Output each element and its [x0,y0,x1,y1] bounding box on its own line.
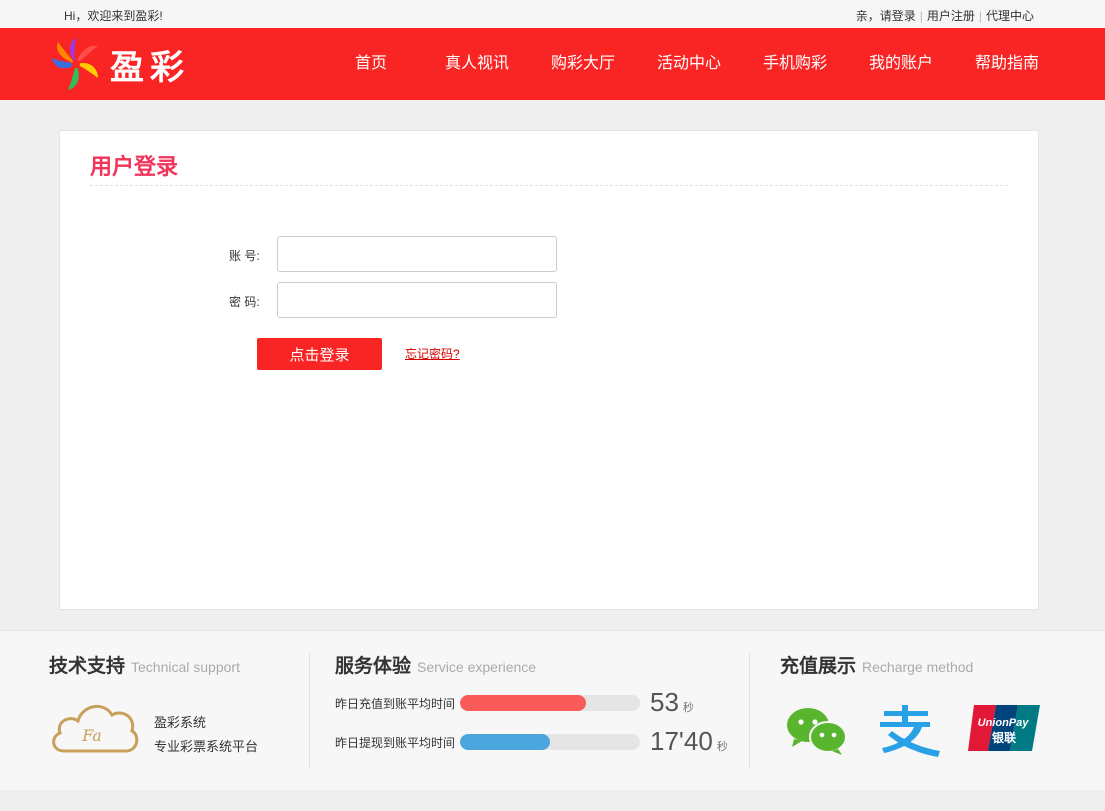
service-title-en: Service experience [417,659,537,675]
divider [309,653,310,769]
system-name: 盈彩系统 [154,715,207,730]
password-label: 密 码: [229,295,260,309]
logo-icon [52,38,98,90]
nav-help-guide[interactable]: 帮助指南 [954,28,1060,100]
deposit-time-label: 昨日充值到账平均时间 [335,697,456,711]
recharge-title: 充值展示 Recharge method [780,651,973,678]
system-desc: 专业彩票系统平台 [154,739,259,754]
deposit-time-value: 53 秒 [650,687,694,718]
main-nav: 首页 真人视讯 购彩大厅 活动中心 手机购彩 我的账户 帮助指南 [318,28,1060,100]
deposit-time-fill [460,695,586,711]
header: 盈彩 首页 真人视讯 购彩大厅 活动中心 手机购彩 我的账户 帮助指南 [0,28,1105,100]
nav-my-account[interactable]: 我的账户 [848,28,954,100]
nav-live-video[interactable]: 真人视讯 [424,28,530,100]
title-divider [90,185,1008,186]
top-links: 亲，请登录 | 用户注册 | 代理中心 [856,7,1034,24]
deposit-time-number: 53 [650,687,679,717]
forgot-password-link[interactable]: 忘记密码? [405,345,460,362]
withdraw-time-unit: 秒 [716,741,728,753]
withdraw-time-bar [460,734,640,750]
wechat-icon [787,708,847,755]
logo[interactable]: 盈彩 [50,36,190,92]
login-link[interactable]: 亲，请登录 [856,7,916,24]
support-title-cn: 技术支持 [49,656,126,677]
recharge-title-en: Recharge method [862,659,974,675]
cloud-logo-text: Fa [81,726,102,745]
logo-text: 盈彩 [110,47,190,88]
alipay-icon [880,705,940,757]
nav-lottery-hall[interactable]: 购彩大厅 [530,28,636,100]
login-title: 用户登录 [90,154,179,179]
divider [749,653,750,769]
footer: 技术支持 Technical support Fa 盈彩系统 专业彩票系统平台 服… [0,630,1105,790]
cloud-logo-icon: Fa [52,705,139,753]
account-label: 账 号: [229,249,260,263]
account-input[interactable] [277,236,557,272]
unionpay-icon: UnionPay 银联 [968,705,1040,751]
top-bar: Hi，欢迎来到盈彩! 亲，请登录 | 用户注册 | 代理中心 [0,0,1105,28]
withdraw-time-number: 17'40 [650,726,713,756]
nav-home[interactable]: 首页 [318,28,424,100]
register-link[interactable]: 用户注册 [927,7,975,24]
nav-mobile-lottery[interactable]: 手机购彩 [742,28,848,100]
service-title: 服务体验 Service experience [335,651,536,678]
withdraw-time-value: 17'40 秒 [650,726,728,757]
deposit-time-bar [460,695,640,711]
withdraw-time-fill [460,734,550,750]
password-input[interactable] [277,282,557,318]
nav-activity-center[interactable]: 活动中心 [636,28,742,100]
recharge-title-cn: 充值展示 [780,656,857,677]
welcome-text: Hi，欢迎来到盈彩! [64,9,163,23]
divider: | [919,8,923,23]
deposit-time-unit: 秒 [682,702,694,714]
agent-center-link[interactable]: 代理中心 [986,7,1034,24]
unionpay-cn-text: 银联 [992,730,1016,745]
service-title-cn: 服务体验 [335,656,412,677]
divider: | [978,8,982,23]
login-button[interactable]: 点击登录 [257,338,382,370]
withdraw-time-label: 昨日提现到账平均时间 [335,736,456,750]
support-title: 技术支持 Technical support [49,651,240,678]
unionpay-text: UnionPay [978,717,1030,729]
login-panel: 用户登录 账 号: 密 码: 点击登录 忘记密码? [59,130,1039,610]
support-title-en: Technical support [131,659,240,675]
